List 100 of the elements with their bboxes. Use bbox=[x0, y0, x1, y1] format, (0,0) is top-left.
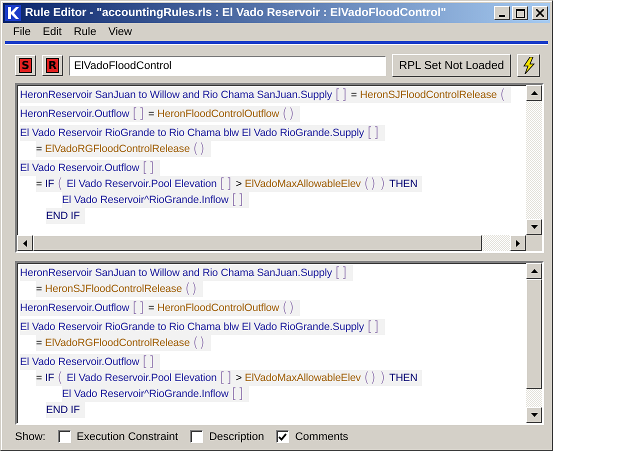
checkbox[interactable] bbox=[190, 430, 204, 443]
bracket-symbol: ) bbox=[380, 176, 386, 192]
rule-name-field[interactable]: ElVadoFloodControl bbox=[69, 56, 386, 76]
bracket-symbol: [] bbox=[132, 300, 146, 316]
code-name: HeronReservoir.Outflow bbox=[20, 108, 130, 120]
keyword: IF bbox=[45, 372, 54, 384]
down-arrow-icon bbox=[530, 413, 538, 417]
bracket-symbol: [] bbox=[232, 192, 244, 208]
bracket-symbol: ( bbox=[500, 88, 506, 102]
minimize-button[interactable] bbox=[494, 6, 510, 20]
bracket-symbol: [] bbox=[334, 88, 348, 102]
bracket-symbol: ( bbox=[57, 176, 64, 192]
run-button[interactable] bbox=[517, 54, 540, 77]
code-name: El Vado Reservoir^RioGrande.Inflow bbox=[62, 194, 228, 206]
operator: = bbox=[36, 372, 42, 384]
keyword: THEN bbox=[389, 372, 418, 384]
bracket-symbol: ( bbox=[57, 370, 64, 386]
down-arrow-icon bbox=[530, 225, 538, 229]
scroll-up-button[interactable] bbox=[526, 263, 542, 279]
operator: = bbox=[36, 143, 42, 155]
checkbox[interactable] bbox=[276, 430, 290, 443]
up-arrow-icon bbox=[530, 269, 538, 273]
vertical-scrollbar[interactable] bbox=[526, 263, 542, 423]
operator: = bbox=[350, 89, 357, 101]
bracket-symbol: [] bbox=[367, 320, 380, 334]
r-button[interactable]: R bbox=[42, 55, 63, 76]
function-call: HeronFloodControlOutflow bbox=[157, 302, 280, 314]
menu-item[interactable]: File bbox=[7, 26, 37, 38]
checkbox[interactable] bbox=[58, 430, 71, 443]
code-name: El Vado Reservoir RioGrande to Rio Chama blw El Vado RioGrande.Supply bbox=[20, 127, 364, 139]
menu-item[interactable]: Rule bbox=[68, 26, 102, 38]
scroll-thumb[interactable] bbox=[526, 279, 542, 389]
function-call: HeronSJFloodControlRelease bbox=[45, 283, 182, 295]
bracket-symbol: () bbox=[192, 142, 206, 156]
bracket-symbol: [] bbox=[220, 176, 233, 192]
keyword: END IF bbox=[46, 210, 80, 222]
left-arrow-icon bbox=[23, 240, 27, 246]
function-call: ElVadoMaxAllowableElev bbox=[244, 372, 361, 384]
operator: > bbox=[236, 372, 242, 384]
vertical-scrollbar[interactable] bbox=[526, 85, 542, 235]
keyword: IF bbox=[45, 178, 54, 190]
function-call: ElVadoMaxAllowableElev bbox=[244, 178, 361, 190]
checkbox-label: Execution Constraint bbox=[76, 430, 178, 442]
bracket-symbol: [] bbox=[367, 126, 380, 140]
scrollbar-corner bbox=[526, 235, 542, 251]
function-call: ElVadoRGFloodControlRelease bbox=[45, 337, 190, 349]
code-name: El Vado Reservoir.Outflow bbox=[20, 356, 140, 368]
scroll-down-button[interactable] bbox=[526, 219, 542, 235]
function-call: HeronFloodControlOutflow bbox=[157, 108, 280, 120]
scroll-left-button[interactable] bbox=[17, 235, 33, 251]
keyword: END IF bbox=[46, 404, 80, 416]
bracket-symbol: [] bbox=[132, 106, 146, 122]
bracket-symbol: () bbox=[282, 106, 296, 122]
code-name: HeronReservoir SanJuan to Willow and Rio Chama SanJuan.Supply bbox=[20, 89, 332, 101]
up-arrow-icon bbox=[530, 91, 538, 95]
code-name: El Vado Reservoir.Pool Elevation bbox=[66, 372, 217, 384]
bracket-symbol: [] bbox=[142, 160, 156, 176]
checkbox-label: Description bbox=[209, 430, 264, 442]
scroll-right-button[interactable] bbox=[510, 235, 526, 251]
scroll-up-button[interactable] bbox=[526, 85, 542, 101]
operator: = bbox=[148, 108, 154, 120]
scroll-down-button[interactable] bbox=[526, 407, 542, 423]
code-name: El Vado Reservoir^RioGrande.Inflow bbox=[62, 388, 228, 400]
function-call: ElVadoRGFloodControlRelease bbox=[45, 143, 190, 155]
code-name: El Vado Reservoir.Outflow bbox=[20, 162, 140, 174]
bracket-symbol: () bbox=[282, 300, 296, 316]
code-name: El Vado Reservoir.Pool Elevation bbox=[66, 178, 217, 190]
bracket-symbol: () bbox=[364, 370, 377, 386]
operator: = bbox=[36, 178, 42, 190]
lightning-icon bbox=[522, 57, 534, 74]
checkbox-label: Comments bbox=[295, 430, 348, 442]
show-label: Show: bbox=[15, 430, 46, 442]
close-icon bbox=[536, 9, 544, 18]
code-name: HeronReservoir.Outflow bbox=[20, 302, 130, 314]
bracket-symbol: [] bbox=[232, 386, 244, 402]
menu-item[interactable]: View bbox=[102, 26, 138, 38]
function-call: HeronSJFloodControlRelease bbox=[360, 89, 497, 101]
window-title: Rule Editor - "accountingRules.rls : El Vado Reservoir : ElVadoFloodControl" bbox=[25, 7, 448, 20]
bracket-symbol: [] bbox=[334, 266, 348, 280]
operator: = bbox=[36, 337, 42, 349]
operator: = bbox=[36, 283, 42, 295]
bracket-symbol: [] bbox=[142, 354, 156, 370]
operator: > bbox=[236, 178, 242, 190]
maximize-button[interactable] bbox=[512, 6, 528, 20]
close-button[interactable] bbox=[532, 6, 548, 20]
menu-item[interactable]: Edit bbox=[36, 26, 68, 38]
s-button[interactable]: S bbox=[15, 55, 36, 76]
rpl-status-button[interactable]: RPL Set Not Loaded bbox=[392, 54, 511, 77]
bracket-symbol: () bbox=[192, 336, 206, 350]
operator: = bbox=[148, 302, 154, 314]
bracket-symbol: ) bbox=[380, 370, 386, 386]
code-name: HeronReservoir SanJuan to Willow and Rio Chama SanJuan.Supply bbox=[20, 267, 332, 279]
app-icon bbox=[5, 5, 21, 22]
keyword: THEN bbox=[389, 178, 418, 190]
right-arrow-icon bbox=[516, 240, 520, 246]
code-name: El Vado Reservoir RioGrande to Rio Chama blw El Vado RioGrande.Supply bbox=[20, 321, 364, 333]
bracket-symbol: () bbox=[184, 282, 198, 296]
bracket-symbol: [] bbox=[220, 370, 233, 386]
bracket-symbol: () bbox=[364, 176, 377, 192]
maximize-icon bbox=[516, 8, 524, 18]
